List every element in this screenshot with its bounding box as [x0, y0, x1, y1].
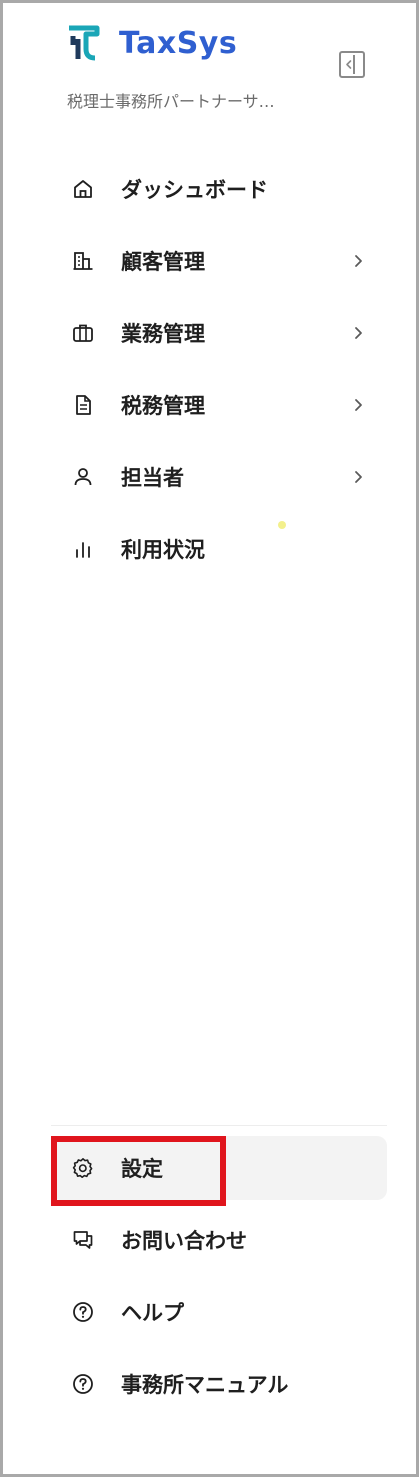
sidebar-item-label: ダッシュボード [121, 178, 268, 202]
gear-icon [71, 1156, 95, 1180]
sidebar-item-label: 事務所マニュアル [121, 1373, 289, 1397]
user-icon [71, 465, 95, 489]
sidebar-item-label: お問い合わせ [121, 1229, 247, 1253]
sidebar-item-label: 設定 [121, 1157, 163, 1181]
document-icon [71, 393, 95, 417]
sidebar-item-office-manual[interactable]: 事務所マニュアル [51, 1352, 387, 1416]
sidebar-frame: TaxSys 税理士事務所パートナーサ… ダッシュボード 顧客管理 業務管理 税… [0, 0, 419, 1477]
taxsys-logo-icon [69, 25, 100, 61]
briefcase-icon [71, 321, 95, 345]
sidebar-collapse-button[interactable] [339, 51, 365, 78]
sidebar-item-settings[interactable]: 設定 [51, 1136, 387, 1200]
help-circle-icon [71, 1300, 95, 1324]
sidebar-item-label: 担当者 [121, 466, 184, 490]
sidebar-collapse-icon [346, 60, 352, 69]
sidebar-item-operations[interactable]: 業務管理 [51, 301, 387, 365]
help-circle-icon [71, 1372, 95, 1396]
home-icon [71, 177, 95, 201]
cursor-dot [278, 521, 286, 529]
office-name: 税理士事務所パートナーサ… [67, 92, 275, 111]
sidebar-item-contact[interactable]: お問い合わせ [51, 1208, 387, 1272]
sidebar-item-clients[interactable]: 顧客管理 [51, 229, 387, 293]
sidebar-item-tax[interactable]: 税務管理 [51, 373, 387, 437]
brand-logo[interactable]: TaxSys [67, 25, 237, 61]
sidebar-item-label: 利用状況 [121, 538, 205, 562]
chat-icon [71, 1228, 95, 1252]
sidebar-item-help[interactable]: ヘルプ [51, 1280, 387, 1344]
chevron-right-icon [351, 393, 367, 417]
sidebar-item-label: 顧客管理 [121, 250, 205, 274]
sidebar-item-label: ヘルプ [121, 1301, 184, 1325]
sidebar-item-usage[interactable]: 利用状況 [51, 517, 387, 581]
sidebar-item-dashboard[interactable]: ダッシュボード [51, 157, 387, 221]
bar-chart-icon [71, 537, 95, 561]
sidebar-item-label: 業務管理 [121, 322, 205, 346]
bottom-divider [51, 1125, 387, 1126]
chevron-right-icon [351, 249, 367, 273]
sidebar-item-staff[interactable]: 担当者 [51, 445, 387, 509]
chevron-right-icon [351, 465, 367, 489]
brand-name: TaxSys [119, 25, 238, 61]
building-icon [71, 249, 95, 273]
collapse-divider [353, 55, 355, 74]
chevron-right-icon [351, 321, 367, 345]
sidebar-item-label: 税務管理 [121, 394, 205, 418]
